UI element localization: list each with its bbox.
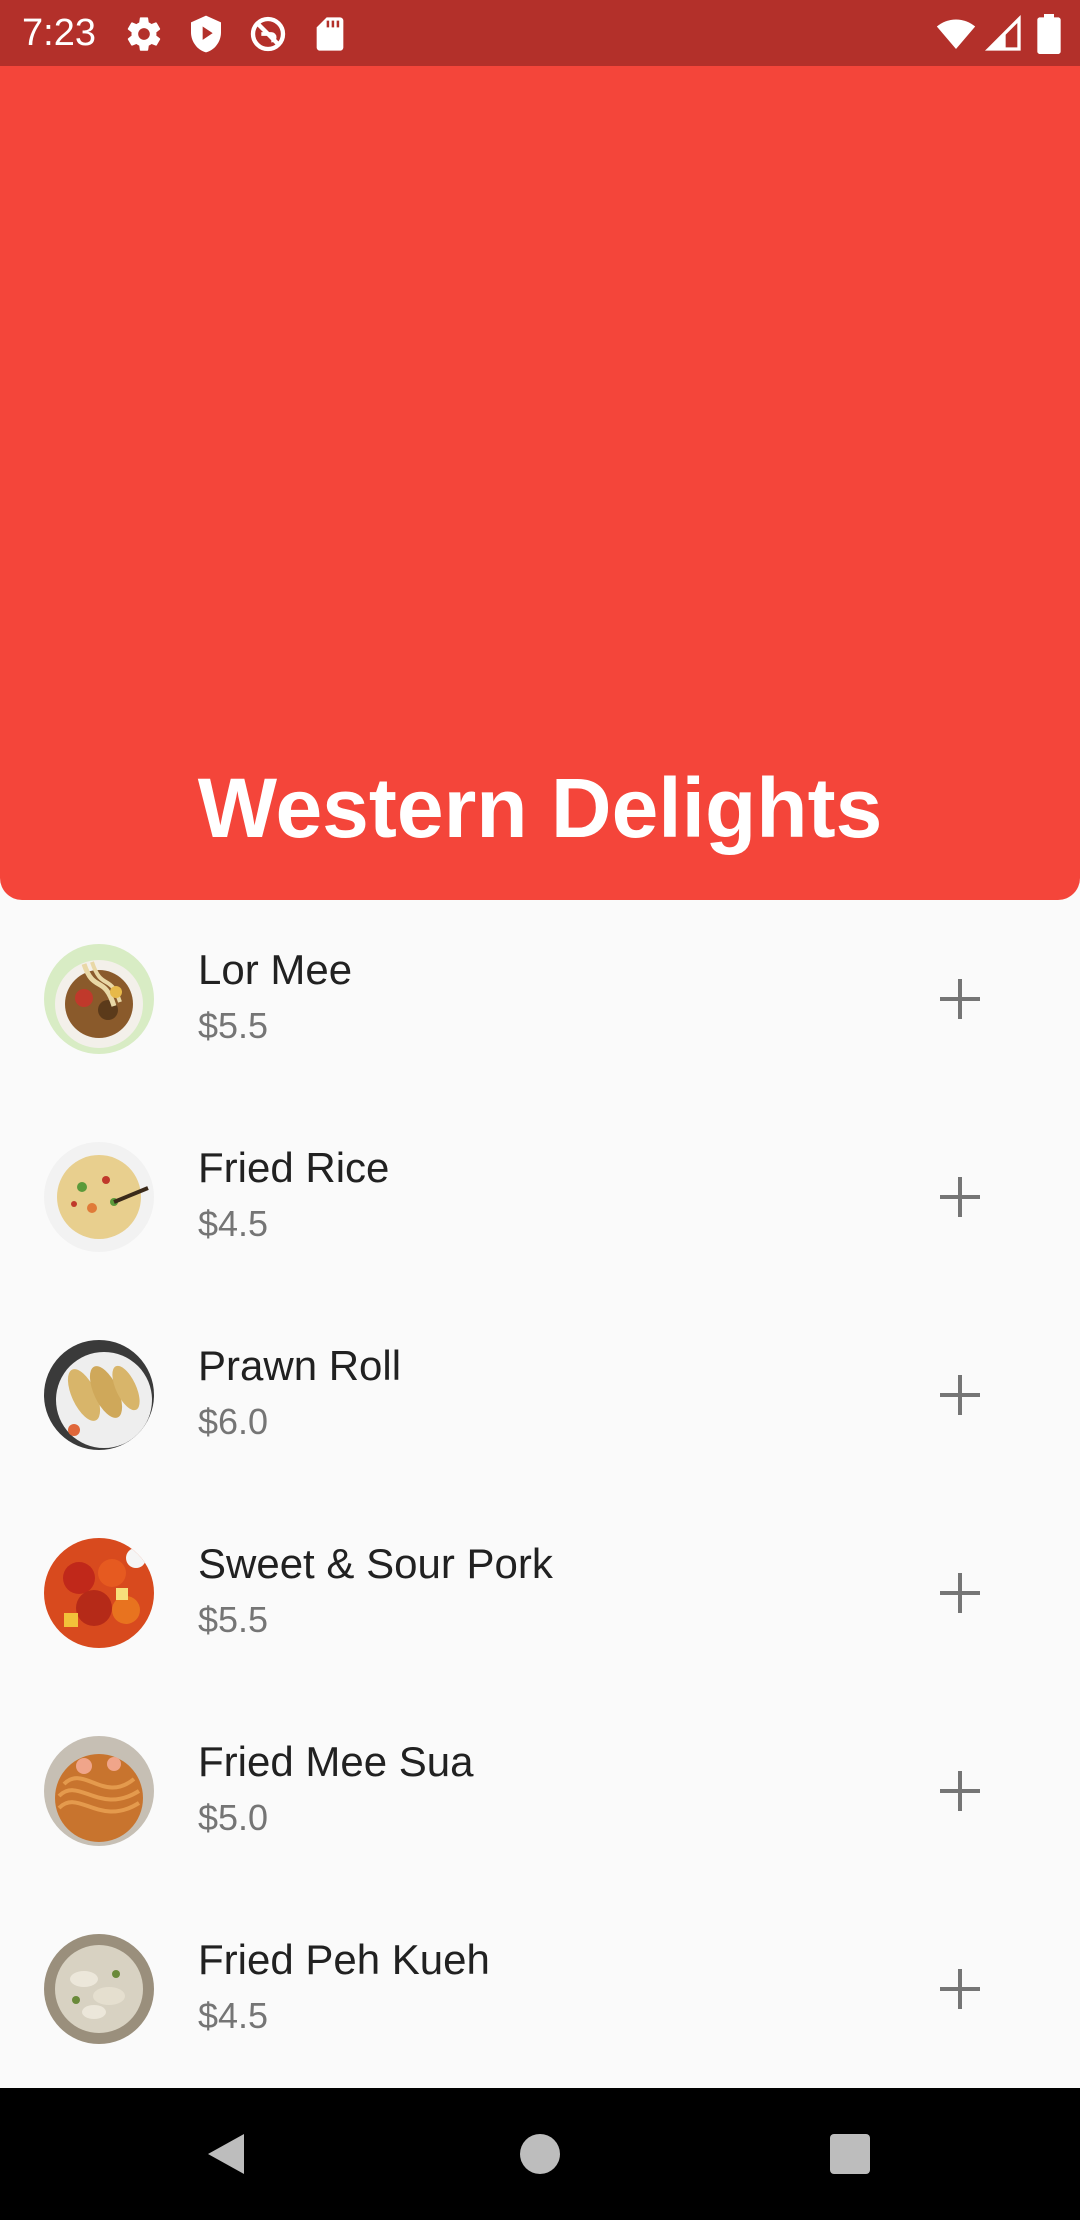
menu-item-lor-mee[interactable]: Lor Mee $5.5 — [0, 900, 1080, 1098]
battery-icon — [1034, 14, 1064, 54]
prawn-roll-thumbnail — [44, 1340, 154, 1450]
lor-mee-thumbnail — [44, 944, 154, 1054]
menu-item-fried-peh-kueh[interactable]: Fried Peh Kueh $4.5 — [0, 1890, 1080, 2088]
item-name: Fried Peh Kueh — [198, 1936, 490, 1983]
item-price: $4.5 — [198, 1203, 269, 1244]
status-time: 7:23 — [22, 12, 96, 54]
item-price: $5.0 — [198, 1797, 269, 1838]
add-lor-mee-button[interactable] — [920, 959, 1000, 1039]
app-screen: 7:23 Western Delights Lor Mee $5.5 Fried… — [0, 0, 1080, 2220]
add-prawn-roll-button[interactable] — [920, 1355, 1000, 1435]
gear-icon — [124, 14, 164, 54]
status-bar: 7:23 — [0, 0, 1080, 66]
item-price: $6.0 — [198, 1401, 269, 1442]
wifi-icon — [934, 14, 978, 54]
plus-icon — [940, 1771, 980, 1811]
menu-item-prawn-roll[interactable]: Prawn Roll $6.0 — [0, 1296, 1080, 1494]
item-name: Fried Mee Sua — [198, 1738, 474, 1785]
item-name: Prawn Roll — [198, 1342, 402, 1389]
shield-play-icon — [186, 14, 226, 54]
add-fried-rice-button[interactable] — [920, 1157, 1000, 1237]
back-triangle-icon[interactable] — [196, 2124, 256, 2184]
plus-icon — [940, 979, 980, 1019]
add-sweet-sour-pork-button[interactable] — [920, 1553, 1000, 1633]
item-name: Lor Mee — [198, 946, 353, 993]
fried-rice-thumbnail — [44, 1142, 154, 1252]
menu-item-sweet-sour-pork[interactable]: Sweet & Sour Pork $5.5 — [0, 1494, 1080, 1692]
fried-peh-kueh-thumbnail — [44, 1934, 154, 2044]
item-price: $5.5 — [198, 1005, 269, 1046]
menu-item-fried-mee-sua[interactable]: Fried Mee Sua $5.0 — [0, 1692, 1080, 1890]
add-fried-peh-kueh-button[interactable] — [920, 1949, 1000, 2029]
fried-mee-sua-thumbnail — [44, 1736, 154, 1846]
plus-icon — [940, 1573, 980, 1613]
home-circle-icon[interactable] — [510, 2124, 570, 2184]
item-price: $4.5 — [198, 1995, 269, 2036]
no-disturb-icon — [248, 14, 288, 54]
add-fried-mee-sua-button[interactable] — [920, 1751, 1000, 1831]
recents-square-icon[interactable] — [820, 2124, 880, 2184]
plus-icon — [940, 1177, 980, 1217]
plus-icon — [940, 1969, 980, 2009]
plus-icon — [940, 1375, 980, 1415]
item-name: Fried Rice — [198, 1144, 390, 1191]
category-header: Western Delights — [0, 66, 1080, 900]
sd-card-icon — [310, 14, 350, 54]
cell-signal-icon — [984, 14, 1024, 54]
menu-item-fried-rice[interactable]: Fried Rice $4.5 — [0, 1098, 1080, 1296]
system-navigation-bar — [0, 2088, 1080, 2220]
page-title: Western Delights — [197, 761, 883, 855]
item-price: $5.5 — [198, 1599, 269, 1640]
item-name: Sweet & Sour Pork — [198, 1540, 553, 1587]
sweet-sour-pork-thumbnail — [44, 1538, 154, 1648]
